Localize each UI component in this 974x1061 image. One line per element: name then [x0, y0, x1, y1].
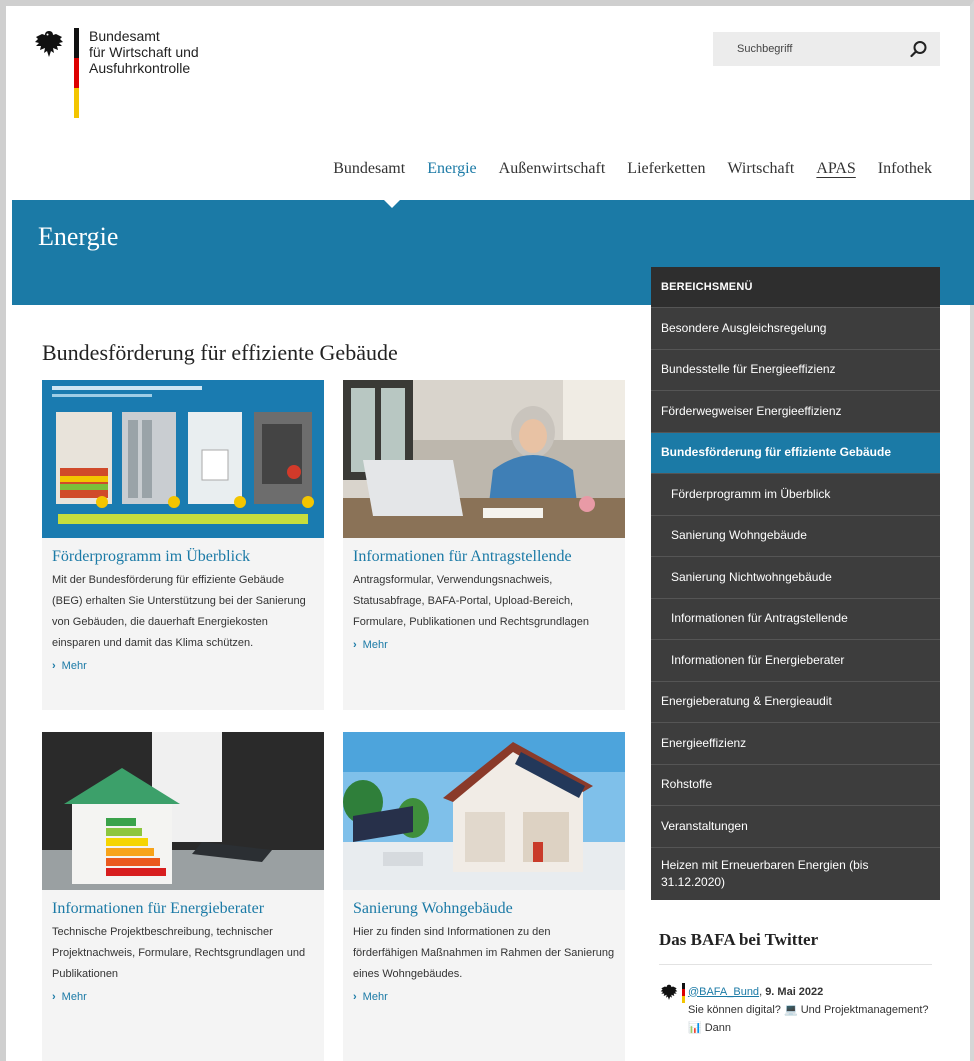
tweet-body: Sie können digital? 💻 Und Projektmanagem… — [687, 1003, 929, 1034]
teaser-card: Förderprogramm im Überblick Mit der Bund… — [42, 380, 324, 710]
teaser-grid: Förderprogramm im Überblick Mit der Bund… — [32, 380, 630, 1061]
teaser-title[interactable]: Informationen für Antragstellende — [353, 548, 615, 566]
federal-eagle-icon — [35, 31, 63, 57]
house-solar-photo-icon — [343, 732, 625, 890]
energy-house-photo-icon — [42, 732, 324, 890]
teaser-text: Hier zu finden sind Informationen zu den… — [353, 926, 615, 980]
more-link[interactable]: › Mehr — [353, 991, 388, 1003]
sidebar-subitem-foerderprogramm[interactable]: Förderprogramm im Überblick — [651, 473, 940, 515]
teaser-image-overview[interactable] — [42, 380, 324, 538]
logo-line-1: Bundesamt — [89, 28, 160, 44]
sidebar-item-heizen-erneuerbare[interactable]: Heizen mit Erneuerbaren Energien (bis 31… — [651, 846, 940, 900]
search-box — [713, 32, 940, 66]
woman-laptop-photo-icon — [343, 380, 625, 538]
main-navigation: Bundesamt Energie Außenwirtschaft Liefer… — [333, 160, 932, 178]
twitter-box: Das BAFA bei Twitter @BAFA_Bund, 9. Mai … — [651, 919, 940, 1047]
tweet: @BAFA_Bund, 9. Mai 2022 Sie können digit… — [659, 982, 932, 1037]
more-link[interactable]: › Mehr — [52, 660, 87, 672]
content-heading: Bundesförderung für effiziente Gebäude — [32, 322, 630, 380]
teaser-title[interactable]: Förderprogramm im Überblick — [52, 548, 314, 566]
sidebar-subitem-sanierung-wohngebaeude[interactable]: Sanierung Wohngebäude — [651, 514, 940, 556]
more-label: Mehr — [362, 639, 388, 651]
nav-aussenwirtschaft[interactable]: Außenwirtschaft — [499, 160, 606, 178]
sidebar-item-veranstaltungen[interactable]: Veranstaltungen — [651, 805, 940, 847]
sidebar-item-besondere-ausgleichsregelung[interactable]: Besondere Ausgleichsregelung — [651, 307, 940, 349]
bafa-logo[interactable]: Bundesamt für Wirtschaft und Ausfuhrkont… — [32, 28, 229, 118]
more-link[interactable]: › Mehr — [52, 991, 87, 1003]
mini-flag-stripe — [682, 982, 685, 1003]
search-icon — [910, 41, 927, 58]
teaser-image-energy-advisor[interactable] — [42, 732, 324, 890]
teaser-text: Antragsformular, Verwendungsnachweis, St… — [353, 574, 590, 628]
section-menu-header: BEREICHSMENÜ — [651, 267, 940, 307]
logo-line-2: für Wirtschaft und — [89, 44, 199, 60]
tweet-avatar — [659, 982, 688, 1037]
search-input[interactable] — [737, 43, 887, 55]
nav-bundesamt[interactable]: Bundesamt — [333, 160, 405, 178]
nav-energie[interactable]: Energie — [427, 160, 476, 178]
teaser-card: Informationen für Energieberater Technis… — [42, 732, 324, 1061]
tweet-text: @BAFA_Bund, 9. Mai 2022 Sie können digit… — [688, 983, 932, 1037]
sidebar-item-rohstoffe[interactable]: Rohstoffe — [651, 763, 940, 805]
german-flag-stripe — [74, 28, 79, 118]
teaser-title[interactable]: Informationen für Energieberater — [52, 900, 314, 918]
sidebar-item-bundesstelle-energieeffizienz[interactable]: Bundesstelle für Energieeffizienz — [651, 348, 940, 390]
sidebar-subitem-energieberater[interactable]: Informationen für Energieberater — [651, 639, 940, 681]
page-title: Energie — [38, 222, 119, 251]
chevron-right-icon: › — [353, 639, 357, 651]
main-content: Bundesförderung für effiziente Gebäude F… — [32, 322, 630, 1061]
sidebar-item-energieeffizienz[interactable]: Energieeffizienz — [651, 722, 940, 764]
sidebar-subitem-antragstellende[interactable]: Informationen für Antragstellende — [651, 597, 940, 639]
teaser-title[interactable]: Sanierung Wohngebäude — [353, 900, 615, 918]
more-link[interactable]: › Mehr — [353, 639, 388, 651]
teaser-card: Sanierung Wohngebäude Hier zu finden sin… — [343, 732, 625, 1061]
sidebar-subitem-sanierung-nichtwohngebaeude[interactable]: Sanierung Nichtwohngebäude — [651, 556, 940, 598]
chevron-right-icon: › — [52, 660, 56, 672]
more-label: Mehr — [61, 660, 87, 672]
section-menu: BEREICHSMENÜ Besondere Ausgleichsregelun… — [651, 267, 940, 1047]
nav-apas[interactable]: APAS — [816, 160, 855, 178]
overview-graphic-icon — [42, 380, 324, 538]
logo-text: Bundesamt für Wirtschaft und Ausfuhrkont… — [89, 28, 229, 76]
nav-wirtschaft[interactable]: Wirtschaft — [727, 160, 794, 178]
sidebar-item-energieberatung[interactable]: Energieberatung & Energieaudit — [651, 680, 940, 722]
twitter-heading: Das BAFA bei Twitter — [659, 930, 932, 965]
chevron-right-icon: › — [353, 991, 357, 1003]
sidebar-item-beg-active[interactable]: Bundesförderung für effiziente Gebäude — [651, 431, 940, 473]
nav-infothek[interactable]: Infothek — [878, 160, 932, 178]
teaser-text: Mit der Bundesförderung für effiziente G… — [52, 574, 306, 649]
more-label: Mehr — [61, 991, 87, 1003]
more-label: Mehr — [362, 991, 388, 1003]
nav-lieferketten[interactable]: Lieferketten — [627, 160, 705, 178]
sidebar-item-foerderwegweiser[interactable]: Förderwegweiser Energieeffizienz — [651, 390, 940, 432]
teaser-image-applicants[interactable] — [343, 380, 625, 538]
teaser-image-residential[interactable] — [343, 732, 625, 890]
tweet-handle-link[interactable]: @BAFA_Bund — [688, 986, 759, 998]
search-button[interactable] — [908, 38, 930, 60]
logo-line-3: Ausfuhrkontrolle — [89, 60, 191, 76]
teaser-card: Informationen für Antragstellende Antrag… — [343, 380, 625, 710]
tweet-date: 9. Mai 2022 — [765, 985, 824, 998]
chevron-right-icon: › — [52, 991, 56, 1003]
federal-eagle-icon — [660, 984, 678, 1000]
active-nav-pointer — [384, 200, 400, 208]
teaser-text: Technische Projektbeschreibung, technisc… — [52, 926, 306, 980]
